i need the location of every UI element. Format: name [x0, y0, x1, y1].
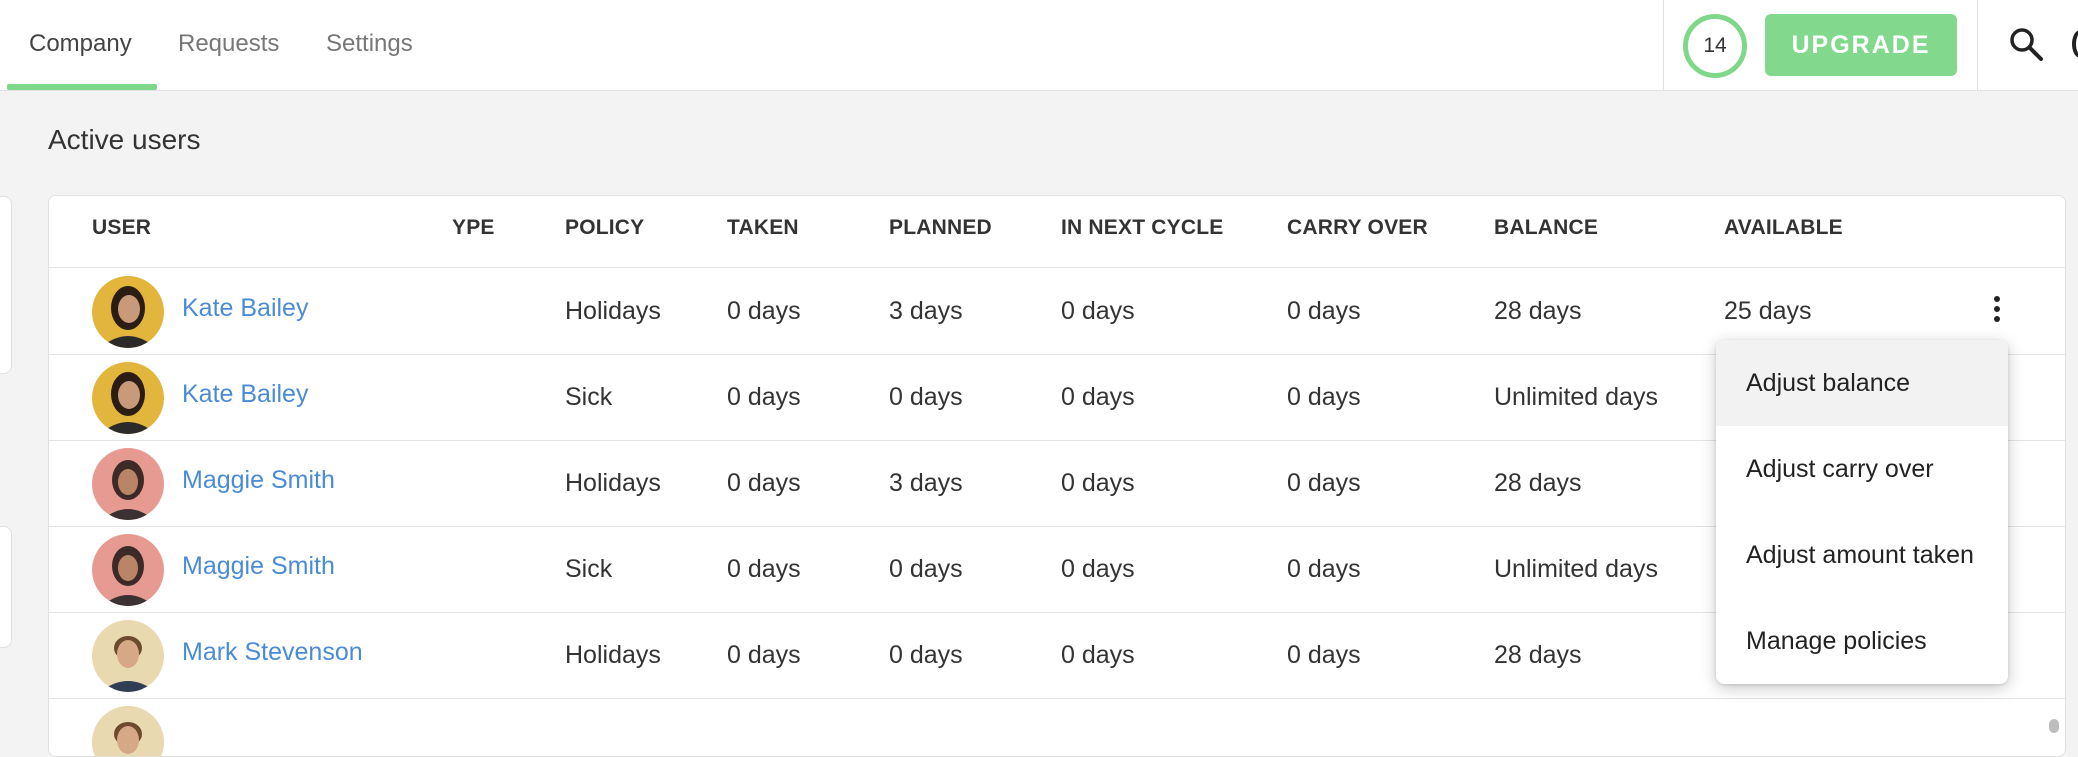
page-title: Active users [48, 124, 201, 155]
menu-item-adjust-amount-taken[interactable]: Adjust amount taken [1716, 512, 2008, 598]
column-in-next-cycle[interactable]: IN NEXT CYCLE [1061, 196, 1223, 259]
column-type[interactable]: YPE [452, 196, 495, 259]
policy-cell: Holidays [565, 469, 661, 497]
avatar [92, 534, 164, 606]
next-cycle-cell: 0 days [1061, 297, 1135, 325]
taken-cell: 0 days [727, 555, 801, 583]
avatar [92, 362, 164, 434]
avatar [92, 706, 164, 756]
carry-over-cell: 0 days [1287, 641, 1361, 669]
policy-cell: Sick [565, 383, 613, 411]
help-icon[interactable] [2072, 30, 2078, 58]
next-cycle-cell: 0 days [1061, 469, 1135, 497]
user-name-link[interactable]: Kate Bailey [182, 268, 308, 348]
active-tab-indicator [7, 84, 157, 90]
planned-cell: 3 days [889, 469, 963, 497]
menu-item-manage-policies[interactable]: Manage policies [1716, 598, 2008, 684]
carry-over-cell: 0 days [1287, 555, 1361, 583]
tab-settings[interactable]: Settings [326, 0, 413, 90]
user-name-link[interactable]: Mark Stevenson [182, 612, 363, 692]
menu-item-adjust-balance[interactable]: Adjust balance [1716, 340, 2008, 426]
menu-item-adjust-carry-over[interactable]: Adjust carry over [1716, 426, 2008, 512]
planned-cell: 0 days [889, 555, 963, 583]
policy-cell: Sick [565, 555, 613, 583]
balance-cell: 28 days [1494, 297, 1582, 325]
column-available[interactable]: AVAILABLE [1724, 196, 1843, 259]
user-name-link[interactable]: Maggie Smith [182, 440, 335, 520]
taken-cell: 0 days [727, 383, 801, 411]
user-name-link[interactable]: Kate Bailey [182, 354, 308, 434]
avatar [92, 620, 164, 692]
avatar [92, 448, 164, 520]
user-name-link[interactable]: Maggie Smith [182, 526, 335, 606]
taken-cell: 0 days [727, 297, 801, 325]
taken-cell: 0 days [727, 641, 801, 669]
planned-cell: 0 days [889, 641, 963, 669]
next-cycle-cell: 0 days [1061, 641, 1135, 669]
balance-cell: Unlimited days [1494, 383, 1658, 411]
planned-cell: 3 days [889, 297, 963, 325]
column-taken[interactable]: TAKEN [727, 196, 799, 259]
policy-cell: Holidays [565, 297, 661, 325]
scrollbar[interactable] [2049, 719, 2059, 733]
carry-over-cell: 0 days [1287, 383, 1361, 411]
divider [1663, 0, 1664, 90]
upgrade-button[interactable]: UPGRADE [1765, 14, 1957, 76]
notification-counter[interactable]: 14 [1683, 14, 1747, 78]
side-panel-card [0, 196, 12, 374]
avatar [92, 276, 164, 348]
balance-cell: 28 days [1494, 469, 1582, 497]
table-header: USER YPE POLICY TAKEN PLANNED IN NEXT CY… [49, 196, 2065, 260]
column-balance[interactable]: BALANCE [1494, 196, 1598, 259]
tab-requests[interactable]: Requests [178, 0, 279, 90]
top-navigation-bar: Company Requests Settings 14 UPGRADE [0, 0, 2078, 91]
more-options-icon[interactable] [1987, 296, 2007, 326]
column-planned[interactable]: PLANNED [889, 196, 992, 259]
tab-company[interactable]: Company [29, 0, 132, 90]
next-cycle-cell: 0 days [1061, 555, 1135, 583]
divider [1977, 0, 1978, 90]
carry-over-cell: 0 days [1287, 297, 1361, 325]
column-carry-over[interactable]: CARRY OVER [1287, 196, 1428, 259]
carry-over-cell: 0 days [1287, 469, 1361, 497]
balance-cell: Unlimited days [1494, 555, 1658, 583]
next-cycle-cell: 0 days [1061, 383, 1135, 411]
policy-cell: Holidays [565, 641, 661, 669]
column-policy[interactable]: POLICY [565, 196, 644, 259]
planned-cell: 0 days [889, 383, 963, 411]
search-icon[interactable] [2008, 26, 2044, 62]
taken-cell: 0 days [727, 469, 801, 497]
row-actions-menu: Adjust balance Adjust carry over Adjust … [1716, 340, 2008, 684]
column-user[interactable]: USER [92, 196, 151, 259]
table-row [49, 259, 2065, 268]
side-panel-card [0, 526, 12, 648]
table-row[interactable] [49, 698, 2065, 756]
balance-cell: 28 days [1494, 641, 1582, 669]
